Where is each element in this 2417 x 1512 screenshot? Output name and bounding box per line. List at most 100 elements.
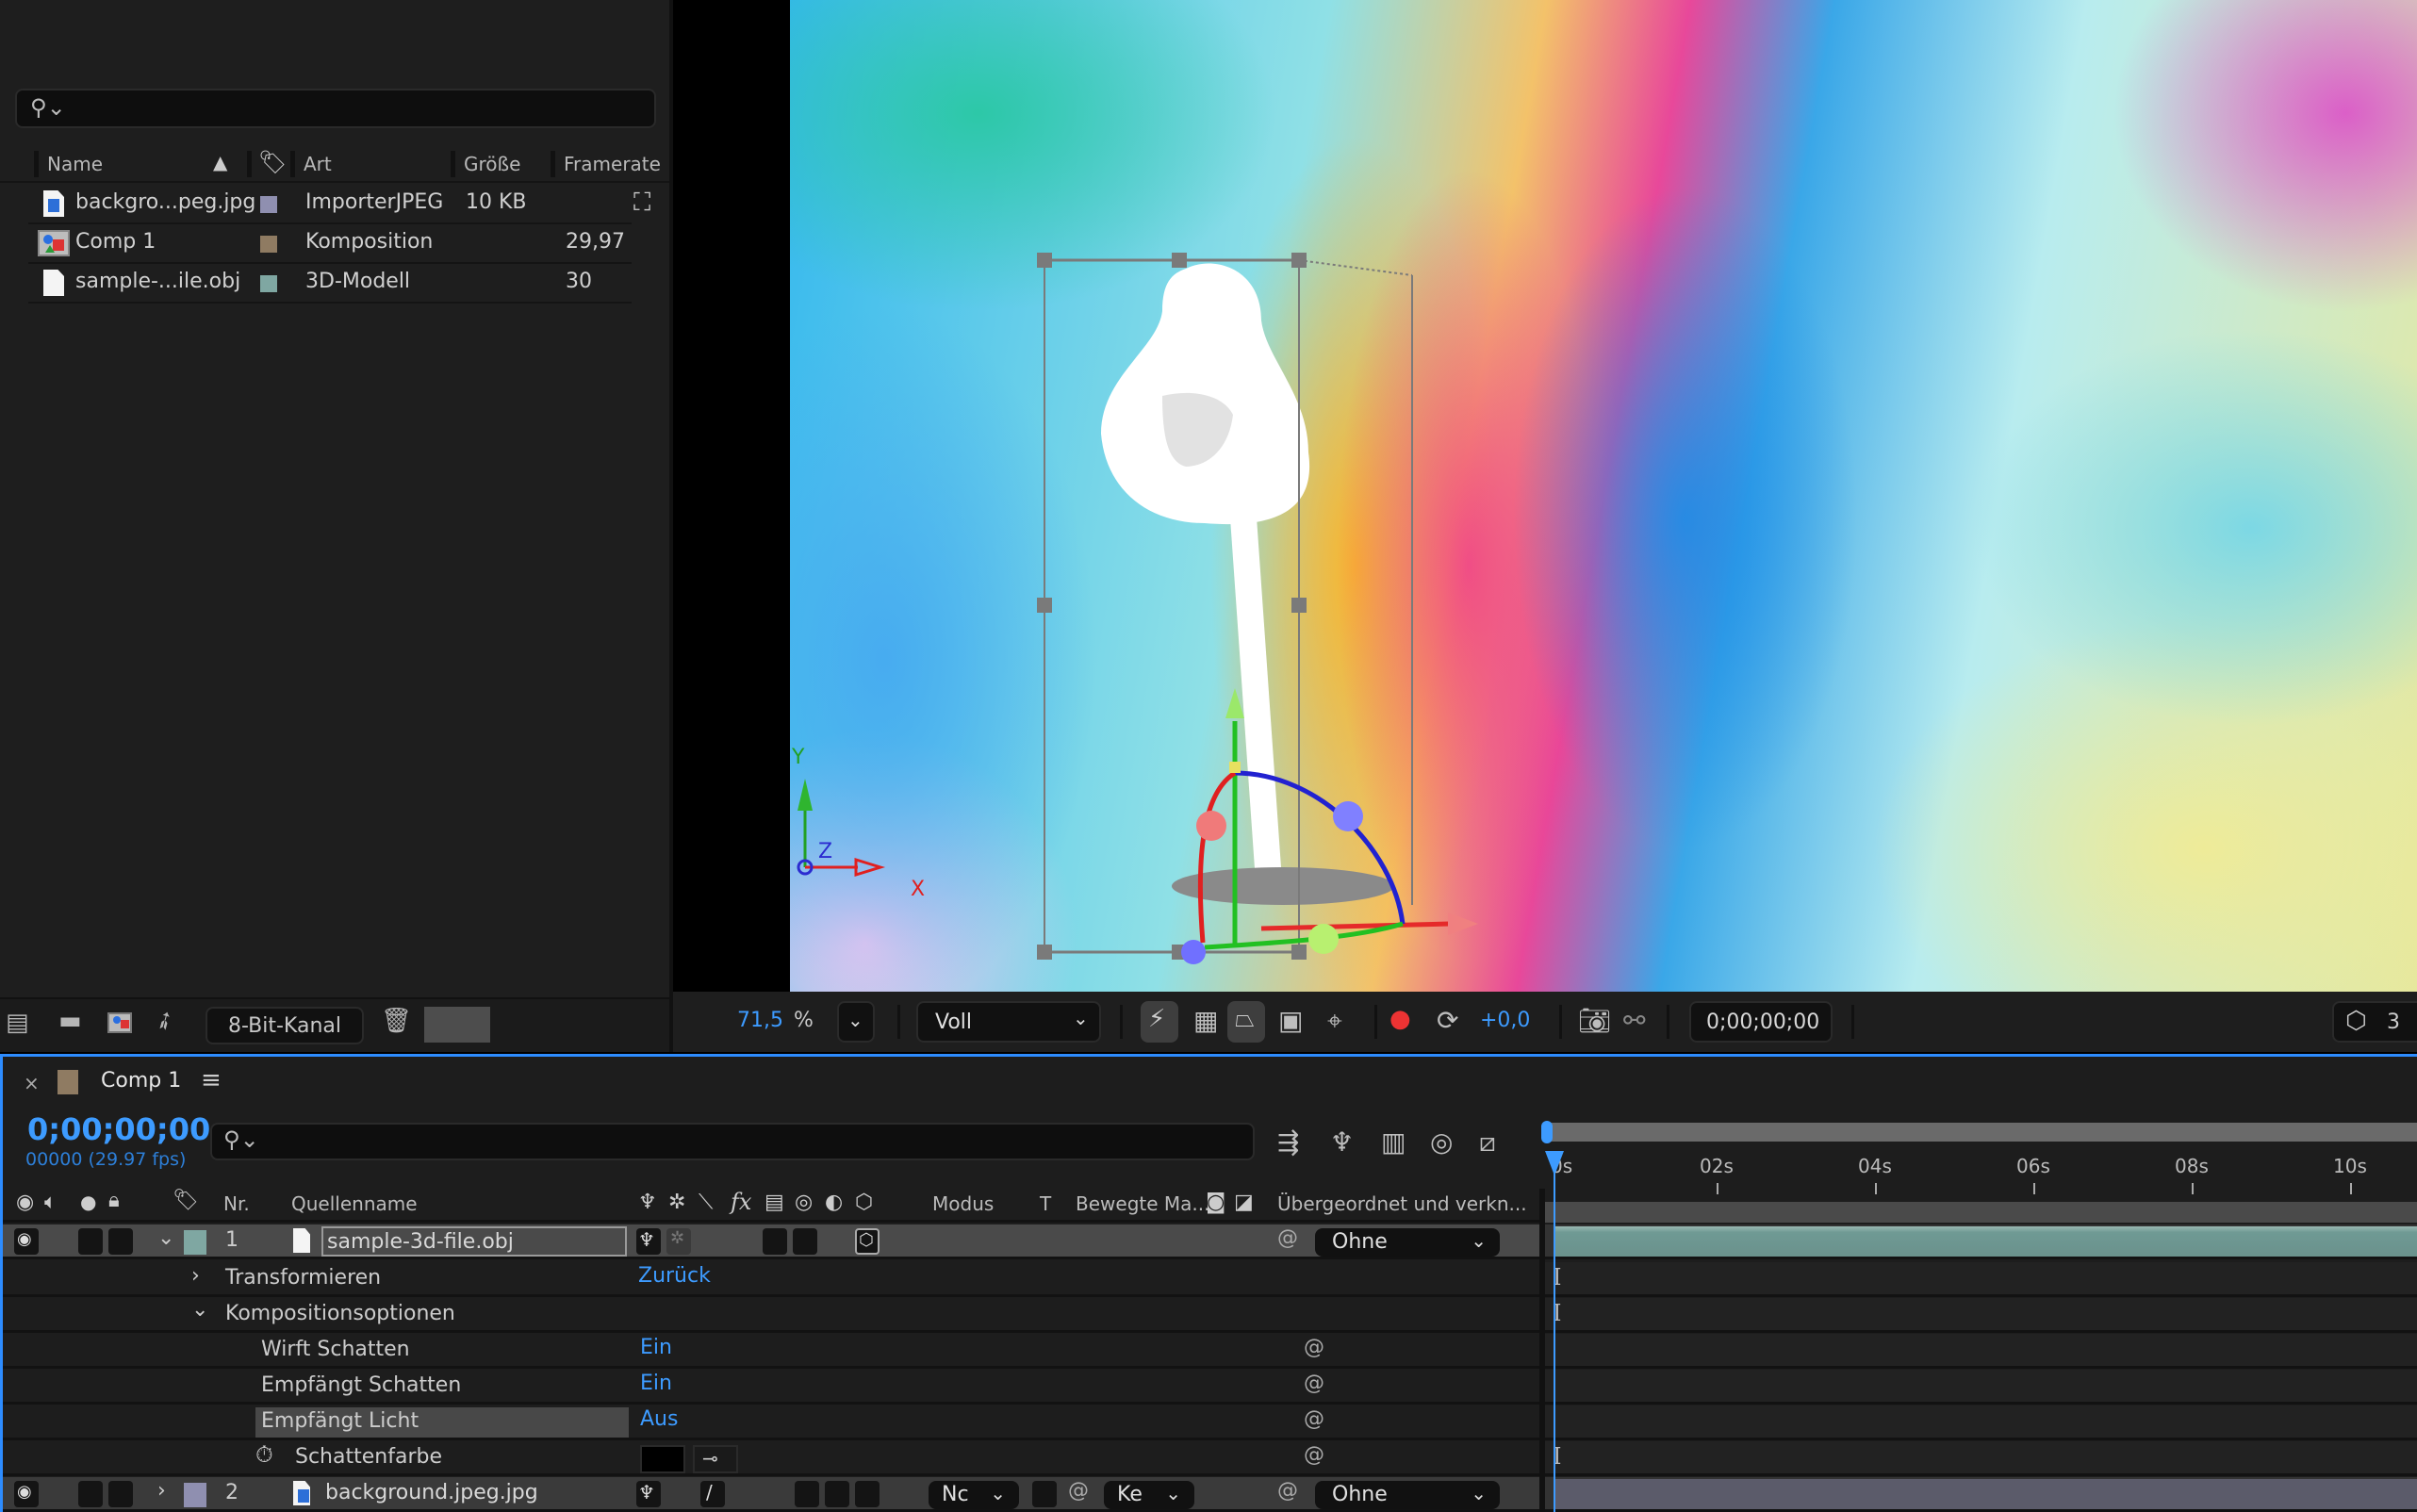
pick-whip-icon[interactable]: @	[1277, 1479, 1298, 1503]
sort-ascending-icon[interactable]: ▲	[213, 151, 227, 173]
column-separator[interactable]	[551, 151, 555, 177]
layer-duration-bar[interactable]	[1554, 1226, 2417, 1257]
grid-guides-icon[interactable]: ⌖	[1327, 1005, 1342, 1037]
expand-layer-chevron-icon[interactable]: ⌄	[157, 1226, 174, 1250]
renderer-button[interactable]: ⬡ 3	[2332, 1001, 2417, 1043]
shy-switch-icon[interactable]: ♆	[638, 1191, 657, 1214]
pick-whip-icon[interactable]: @	[1277, 1226, 1298, 1250]
layer-row[interactable]: ◉ › 2 background.jpeg.jpg ♆ / Nc ⌄ @ Ke …	[3, 1477, 1541, 1512]
zoom-dropdown-button[interactable]: ⌄	[837, 1001, 875, 1043]
layer-label-swatch[interactable]	[184, 1230, 206, 1255]
time-ruler[interactable]: 0s 02s 04s 06s 08s 10s	[1541, 1142, 2417, 1204]
quality-switch-icon[interactable]: ⟍	[699, 1191, 713, 1214]
property-row-accepts-shadows[interactable]: Empfängt Schatten Ein @	[3, 1370, 1541, 1405]
matte-invert-icon[interactable]: ◪	[1234, 1191, 1254, 1214]
timeline-tab-title[interactable]: Comp 1	[101, 1069, 181, 1093]
project-item-row[interactable]: Comp 1 Komposition 29,97	[0, 224, 660, 262]
effects-switch-icon[interactable]: fx	[731, 1189, 751, 1215]
label-tag-icon[interactable]: 🏷︎	[173, 1189, 199, 1212]
column-separator[interactable]	[290, 151, 295, 177]
property-row-casts-shadows[interactable]: Wirft Schatten Ein @	[3, 1334, 1541, 1369]
property-row-accepts-lights[interactable]: Empfängt Licht Aus @	[3, 1405, 1541, 1440]
adjustment-layer-switch-icon[interactable]: ◐	[825, 1191, 843, 1214]
pick-whip-icon[interactable]: @	[1304, 1443, 1324, 1467]
frame-blending-switch[interactable]	[795, 1481, 819, 1507]
pick-whip-icon[interactable]: @	[1304, 1372, 1324, 1395]
color-channels-icon[interactable]: ●	[1389, 1005, 1411, 1033]
eyedropper-button[interactable]: ⊸	[693, 1445, 738, 1473]
project-search-input[interactable]: ⚲⌄	[15, 89, 656, 128]
trash-icon[interactable]: 🗑︎	[381, 1007, 412, 1035]
property-value[interactable]: Aus	[640, 1407, 678, 1431]
pick-whip-icon[interactable]: @	[1304, 1407, 1324, 1431]
panel-menu-icon[interactable]: ≡	[201, 1066, 222, 1094]
column-header-source-name[interactable]: Quellenname	[291, 1192, 418, 1215]
column-header-size[interactable]: Größe	[464, 153, 520, 175]
expand-chevron-right-icon[interactable]: ›	[191, 1264, 200, 1288]
transform-gizmo[interactable]	[1181, 688, 1478, 964]
column-header-parent[interactable]: Übergeordnet und verkn...	[1277, 1192, 1527, 1215]
solo-icon[interactable]: ●	[80, 1191, 96, 1213]
property-row-transform[interactable]: › Transformieren Zurück	[3, 1262, 1541, 1297]
rocket-icon[interactable]: ➶	[149, 1004, 181, 1039]
zoom-level-value[interactable]: 71,5	[737, 1009, 783, 1032]
project-item-row[interactable]: backgro...peg.jpg ImporterJPEG 10 KB ⛶	[0, 185, 660, 222]
playhead-handle[interactable]	[1545, 1151, 1564, 1175]
collapse-chevron-down-icon[interactable]: ⌄	[191, 1298, 208, 1322]
color-management-icon[interactable]: ⟳	[1437, 1005, 1458, 1036]
3d-layer-switch[interactable]	[855, 1481, 880, 1507]
project-item-row[interactable]: sample-...ile.obj 3D-Modell 30	[0, 264, 660, 302]
stopwatch-icon[interactable]: ⏱︎	[255, 1441, 273, 1468]
graph-editor-icon[interactable]: ⧄	[1479, 1126, 1496, 1159]
quality-switch[interactable]: /	[700, 1481, 725, 1507]
video-visibility-toggle[interactable]: ◉	[14, 1481, 39, 1507]
blend-mode-dropdown[interactable]: Nc ⌄	[929, 1481, 1019, 1509]
column-header-framerate[interactable]: Framerate	[564, 153, 661, 175]
lock-toggle[interactable]	[108, 1228, 133, 1255]
collapse-switch-icon[interactable]: ✲	[668, 1191, 685, 1214]
property-row-composition-options[interactable]: ⌄ Kompositionsoptionen	[3, 1298, 1541, 1333]
folder-icon[interactable]: ▬	[58, 1007, 82, 1035]
reset-link[interactable]: Zurück	[638, 1264, 711, 1288]
label-tag-icon[interactable]: 🏷︎	[258, 149, 287, 175]
motion-blur-switch-icon[interactable]: ◎	[795, 1191, 813, 1214]
column-header-nr[interactable]: Nr.	[223, 1192, 250, 1215]
label-color-swatch[interactable]	[260, 196, 277, 213]
frame-blending-switch[interactable]	[763, 1228, 787, 1255]
work-area-start-handle[interactable]	[1541, 1121, 1553, 1143]
shy-layers-icon[interactable]: ♆	[1330, 1126, 1354, 1158]
property-value[interactable]: Ein	[640, 1372, 672, 1395]
work-area-bar[interactable]	[1545, 1123, 2417, 1142]
layer-track[interactable]	[1545, 1477, 2417, 1512]
layer-row[interactable]: ◉ ⌄ 1 sample-3d-file.obj ♆ ✲ ⬡ @ Ohne ⌄	[3, 1224, 1541, 1259]
preserve-transparency-toggle[interactable]	[1032, 1481, 1057, 1507]
audio-icon[interactable]: 🔈︎	[44, 1191, 57, 1214]
property-value[interactable]: Ein	[640, 1336, 672, 1359]
motion-blur-icon[interactable]: ◎	[1430, 1126, 1453, 1158]
motion-blur-switch[interactable]	[825, 1481, 849, 1507]
fast-previews-button[interactable]: ⚡	[1141, 1001, 1178, 1043]
layer-search-input[interactable]: ⚲⌄	[210, 1123, 1255, 1160]
motion-blur-switch[interactable]	[793, 1228, 817, 1255]
column-separator[interactable]	[451, 151, 455, 177]
parent-dropdown[interactable]: Ohne ⌄	[1315, 1481, 1500, 1509]
playhead-line[interactable]	[1554, 1151, 1555, 1512]
track-matte-dropdown[interactable]: Ke ⌄	[1104, 1481, 1194, 1509]
pick-whip-icon[interactable]: @	[1304, 1336, 1324, 1359]
video-visibility-icon[interactable]: ◉	[16, 1191, 34, 1214]
matte-pick-whip-icon[interactable]: @	[1068, 1479, 1089, 1503]
solo-toggle[interactable]	[78, 1228, 103, 1255]
lock-toggle[interactable]	[108, 1481, 133, 1507]
column-header-t[interactable]: T	[1040, 1192, 1051, 1215]
property-row-shadow-color[interactable]: ⏱︎ Schattenfarbe ⊸ @	[3, 1441, 1541, 1476]
composition-viewer[interactable]: Y Z X	[790, 0, 2417, 992]
resolution-dropdown[interactable]: Voll ⌄	[916, 1001, 1101, 1043]
solo-toggle[interactable]	[78, 1481, 103, 1507]
video-visibility-toggle[interactable]: ◉	[14, 1228, 39, 1255]
exposure-value[interactable]: +0,0	[1480, 1009, 1530, 1032]
draft-3d-toggle-icon[interactable]: ⇶	[1277, 1126, 1299, 1158]
bit-depth-button[interactable]: 8-Bit-Kanal	[206, 1007, 364, 1044]
shy-switch[interactable]: ♆	[636, 1228, 661, 1255]
show-snapshot-icon[interactable]: ⚯	[1623, 1005, 1645, 1036]
current-time-display[interactable]: 0;00;00;00	[1689, 1001, 1833, 1043]
